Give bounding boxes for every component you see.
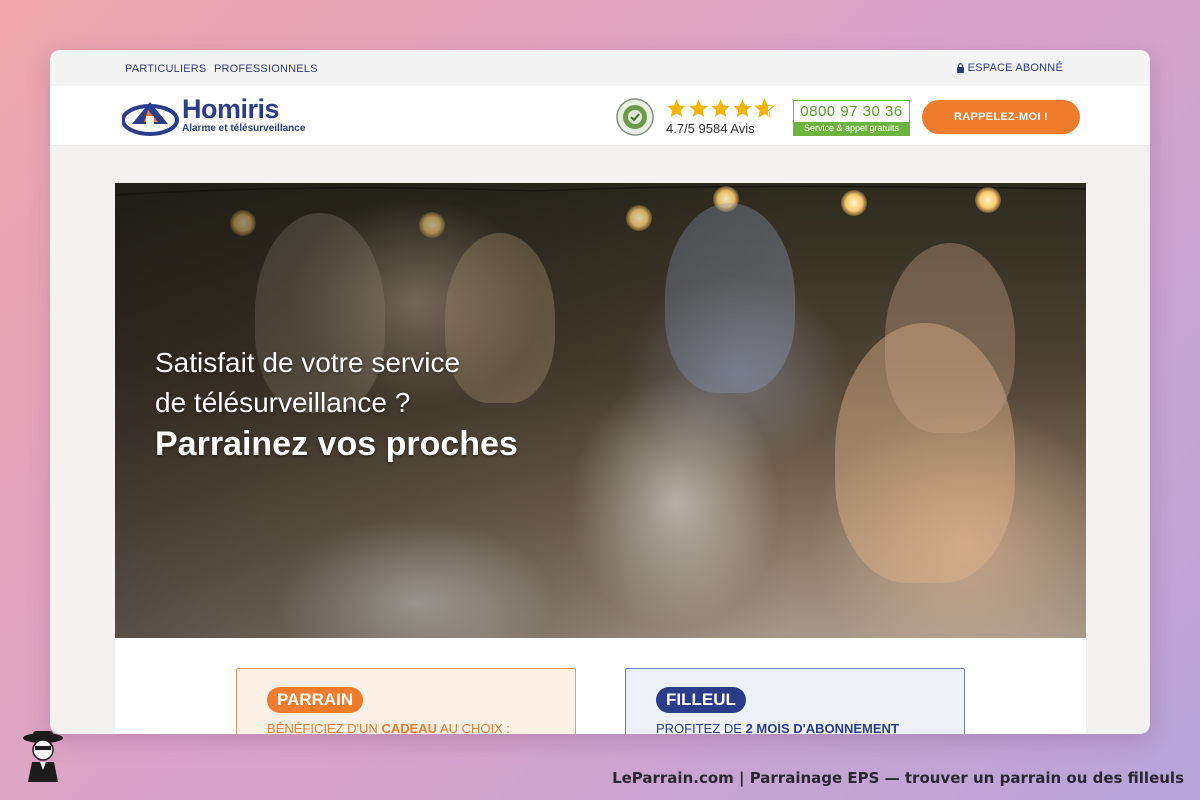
parrain-offer-text: BÉNÉFICIEZ D'UN CADEAU AU CHOIX :	[267, 721, 511, 734]
top-nav-bar: PARTICULIERS PROFESSIONNELS ESPACE ABONN…	[50, 50, 1150, 86]
filleul-offer-text: PROFITEZ DE 2 MOIS D'ABONNEMENT	[656, 721, 899, 734]
hero-line-2: de télésurveillance ?	[155, 387, 411, 418]
footer-caption: LeParrain.com | Parrainage EPS — trouver…	[612, 769, 1184, 787]
phone-number-box[interactable]: 0800 97 30 36 Service & appel gratuits	[793, 100, 910, 136]
customer-rating[interactable]: 4.7/5 9584 Avis	[666, 98, 775, 136]
hero-text-block: Satisfait de votre service de télésurvei…	[155, 343, 518, 465]
leparrain-mascot-logo	[23, 731, 63, 782]
espace-abonne-label: ESPACE ABONNÉ	[967, 62, 1063, 74]
star-full-icon	[711, 99, 730, 117]
star-partial-icon	[754, 98, 775, 118]
site-header: Homiris Alarme et télésurveillance 4.7/5…	[50, 86, 1150, 146]
hero-line-1: Satisfait de votre service	[155, 347, 461, 378]
espace-abonne-link[interactable]: ESPACE ABONNÉ	[956, 62, 1063, 74]
phone-subtitle: Service & appel gratuits	[794, 122, 909, 135]
house-logo-icon	[122, 102, 179, 136]
hero-banner: Satisfait de votre service de télésurvei…	[115, 183, 1086, 638]
rating-text: 4.7/5 9584 Avis	[666, 121, 755, 136]
phone-number: 0800 97 30 36	[800, 103, 903, 120]
homiris-logo[interactable]: Homiris Alarme et télésurveillance	[122, 94, 305, 136]
browser-window: PARTICULIERS PROFESSIONNELS ESPACE ABONN…	[50, 50, 1150, 734]
filleul-tag: FILLEUL	[656, 687, 746, 713]
star-full-icon	[689, 99, 708, 117]
referral-section: PARRAIN BÉNÉFICIEZ D'UN CADEAU AU CHOIX …	[115, 638, 1086, 734]
filleul-card: FILLEUL PROFITEZ DE 2 MOIS D'ABONNEMENT	[625, 668, 965, 734]
parrain-tag: PARRAIN	[267, 687, 364, 713]
brand-tagline: Alarme et télésurveillance	[182, 123, 306, 134]
rappelez-moi-button[interactable]: RAPPELEZ-MOI !	[922, 100, 1080, 134]
star-full-icon	[733, 99, 752, 117]
nav-professionnels-link[interactable]: PROFESSIONNELS	[214, 63, 318, 75]
rating-stars	[666, 98, 775, 119]
parrain-card: PARRAIN BÉNÉFICIEZ D'UN CADEAU AU CHOIX …	[236, 668, 576, 734]
brand-name: Homiris	[182, 94, 280, 124]
lock-icon	[956, 63, 964, 73]
hero-headline: Parrainez vos proches	[155, 425, 518, 463]
nav-particuliers-link[interactable]: PARTICULIERS	[125, 63, 206, 75]
elu-service-client-icon	[616, 98, 654, 136]
star-full-icon	[667, 99, 686, 117]
